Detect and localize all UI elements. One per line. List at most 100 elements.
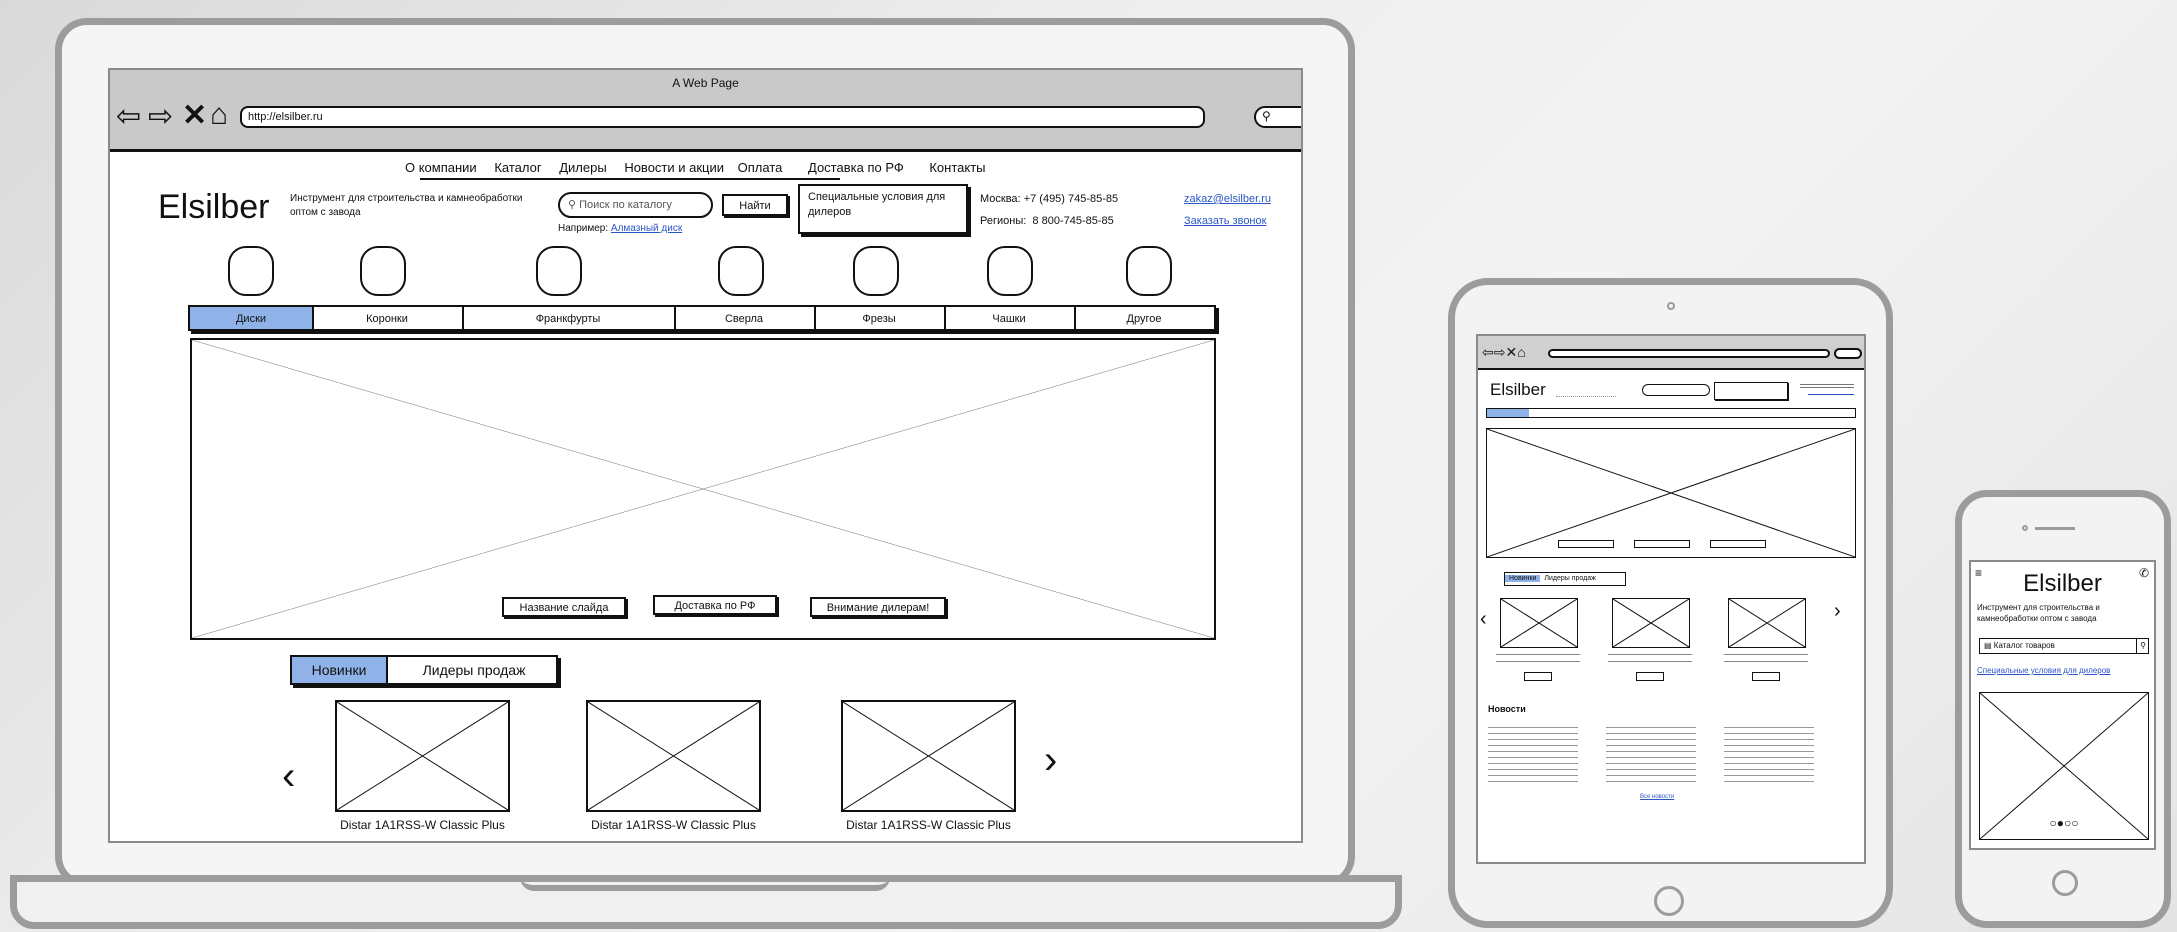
tab-other[interactable]: Другое	[1074, 307, 1214, 329]
phone-logo[interactable]: Elsilber	[1971, 570, 2154, 598]
phone-camera	[2022, 525, 2028, 531]
tablet-left-arrow[interactable]: ‹	[1480, 608, 1487, 631]
menu-item-catalog[interactable]: Каталог	[494, 160, 541, 175]
slide-button-title[interactable]: Название слайда	[502, 597, 626, 617]
category-icon-mills[interactable]	[853, 246, 899, 296]
phone-moscow-label: Москва:	[980, 193, 1021, 205]
category-icon-other[interactable]	[1126, 246, 1172, 296]
tablet-hero-slider[interactable]	[1486, 428, 1856, 558]
laptop-notch	[520, 875, 890, 891]
tablet-url-bar[interactable]	[1548, 349, 1830, 358]
tab-new[interactable]: Новинки	[292, 657, 388, 683]
tablet-slide-button[interactable]	[1558, 540, 1614, 548]
menu-item-dealers[interactable]: Дилеры	[559, 160, 606, 175]
menu-item-payment[interactable]: Оплата	[738, 160, 783, 175]
back-icon[interactable]: ⇦	[116, 102, 141, 132]
tablet-buy-button[interactable]	[1524, 672, 1552, 681]
close-icon[interactable]: ✕	[182, 101, 207, 131]
tablet-product-image[interactable]	[1612, 598, 1690, 648]
tablet-logo[interactable]: Elsilber	[1490, 380, 1546, 400]
email-link[interactable]: zakaz@elsilber.ru	[1184, 188, 1271, 210]
tablet-right-arrow[interactable]: ›	[1834, 600, 1841, 623]
phone-catalog-label: Каталог товаров	[1993, 641, 2055, 650]
tablet-category-tabs[interactable]	[1486, 408, 1856, 418]
tablet-news-item[interactable]	[1724, 722, 1814, 784]
tab-mills[interactable]: Фрезы	[814, 307, 946, 329]
tablet-all-news-link[interactable]: Все новости	[1640, 794, 1674, 800]
tablet-tab-active[interactable]	[1487, 409, 1529, 417]
product-image[interactable]	[586, 700, 761, 812]
browser-chrome: A Web Page ⇦ ⇨ ✕ ⌂ http://elsilber.ru ⚲	[110, 70, 1301, 152]
tablet-dealer-box[interactable]	[1714, 382, 1788, 400]
laptop-screen: A Web Page ⇦ ⇨ ✕ ⌂ http://elsilber.ru ⚲ …	[108, 68, 1303, 843]
phone-dealer-link[interactable]: Специальные условия для дилеров	[1977, 666, 2110, 675]
phone-search-icon[interactable]: ⚲	[2136, 639, 2146, 653]
logo[interactable]: Elsilber	[158, 188, 269, 227]
home-icon[interactable]: ⌂	[210, 100, 228, 130]
tab-leaders[interactable]: Лидеры продаж	[392, 657, 556, 683]
tablet-slide-button[interactable]	[1710, 540, 1766, 548]
menu-item-delivery[interactable]: Доставка по РФ	[808, 160, 904, 175]
tablet-buy-button[interactable]	[1752, 672, 1780, 681]
tab-cups[interactable]: Чашки	[944, 307, 1076, 329]
callback-link[interactable]: Заказать звонок	[1184, 210, 1271, 232]
product-name[interactable]: Distar 1A1RSS-W Classic Plus	[300, 818, 545, 832]
slide-button-delivery[interactable]: Доставка по РФ	[653, 595, 777, 615]
menu-item-news[interactable]: Новости и акции	[624, 160, 724, 175]
search-button[interactable]: Найти	[722, 194, 788, 216]
tablet-product-tabs: Новинки Лидеры продаж	[1504, 572, 1626, 586]
product-image[interactable]	[841, 700, 1016, 812]
category-tabs: Диски Коронки Франкфурты Сверла Фрезы Ча…	[188, 305, 1216, 331]
contacts-links: zakaz@elsilber.ru Заказать звонок	[1184, 188, 1271, 232]
phone-moscow[interactable]: +7 (495) 745-85-85	[1024, 193, 1118, 205]
tablet-nav-icons[interactable]: ⇦⇨✕⌂	[1482, 344, 1526, 361]
tablet-product-caption	[1724, 654, 1808, 662]
phone-slider-dots[interactable]: ○●○○	[2031, 816, 2097, 830]
tablet-search-icon[interactable]	[1834, 348, 1862, 359]
search-input[interactable]: ⚲ Поиск по каталогу	[558, 192, 713, 218]
phone-tagline: Инструмент для строительства и камнеобра…	[1977, 603, 2100, 623]
tab-disks[interactable]: Диски	[190, 307, 314, 329]
tablet-news-item[interactable]	[1606, 722, 1696, 784]
tablet-tab-new[interactable]: Новинки	[1505, 575, 1541, 582]
phone-regions-label: Регионы:	[980, 215, 1027, 227]
tablet-buy-button[interactable]	[1636, 672, 1664, 681]
category-icon-frankfurts[interactable]	[536, 246, 582, 296]
product-name[interactable]: Distar 1A1RSS-W Classic Plus	[806, 818, 1051, 832]
tablet-home-button[interactable]	[1654, 886, 1684, 916]
forward-icon[interactable]: ⇨	[148, 102, 173, 132]
phone-home-button[interactable]	[2052, 870, 2078, 896]
product-image[interactable]	[335, 700, 510, 812]
tab-drills[interactable]: Сверла	[674, 307, 816, 329]
example-link[interactable]: Алмазный диск	[611, 223, 682, 234]
carousel-right-arrow[interactable]: ›	[1044, 738, 1057, 783]
tablet-product-image[interactable]	[1500, 598, 1578, 648]
tablet-product-image[interactable]	[1728, 598, 1806, 648]
phone-catalog-search[interactable]: ▤ Каталог товаров ⚲	[1979, 638, 2149, 654]
search-example: Например: Алмазный диск	[558, 223, 682, 234]
tablet-search-input[interactable]	[1642, 384, 1710, 396]
top-menu: О компании Каталог Дилеры Новости и акци…	[405, 160, 986, 175]
carousel-left-arrow[interactable]: ‹	[282, 754, 295, 799]
dealer-conditions-box[interactable]: Специальные условия для дилеров	[798, 184, 968, 234]
product-name[interactable]: Distar 1A1RSS-W Classic Plus	[551, 818, 796, 832]
category-icon-drills[interactable]	[718, 246, 764, 296]
tab-bits[interactable]: Коронки	[312, 307, 464, 329]
phone-regions[interactable]: 8 800-745-85-85	[1032, 215, 1113, 227]
category-icon-cups[interactable]	[987, 246, 1033, 296]
menu-underline	[420, 178, 840, 180]
tablet-news-item[interactable]	[1488, 722, 1578, 784]
url-bar[interactable]: http://elsilber.ru	[240, 106, 1205, 128]
tablet-slide-button[interactable]	[1634, 540, 1690, 548]
search-icon[interactable]: ⚲	[1254, 106, 1301, 128]
menu-item-about[interactable]: О компании	[405, 160, 477, 175]
tab-frankfurts[interactable]: Франкфурты	[462, 307, 676, 329]
slide-button-dealers[interactable]: Внимание дилерам!	[810, 597, 946, 617]
tablet-tab-leaders[interactable]: Лидеры продаж	[1542, 575, 1597, 582]
url-text: http://elsilber.ru	[248, 111, 323, 123]
category-icon-bits[interactable]	[360, 246, 406, 296]
product-tabs: Новинки Лидеры продаж	[290, 655, 558, 685]
menu-item-contacts[interactable]: Контакты	[929, 160, 985, 175]
category-icon-disks[interactable]	[228, 246, 274, 296]
tablet-callback-link[interactable]	[1808, 394, 1854, 395]
